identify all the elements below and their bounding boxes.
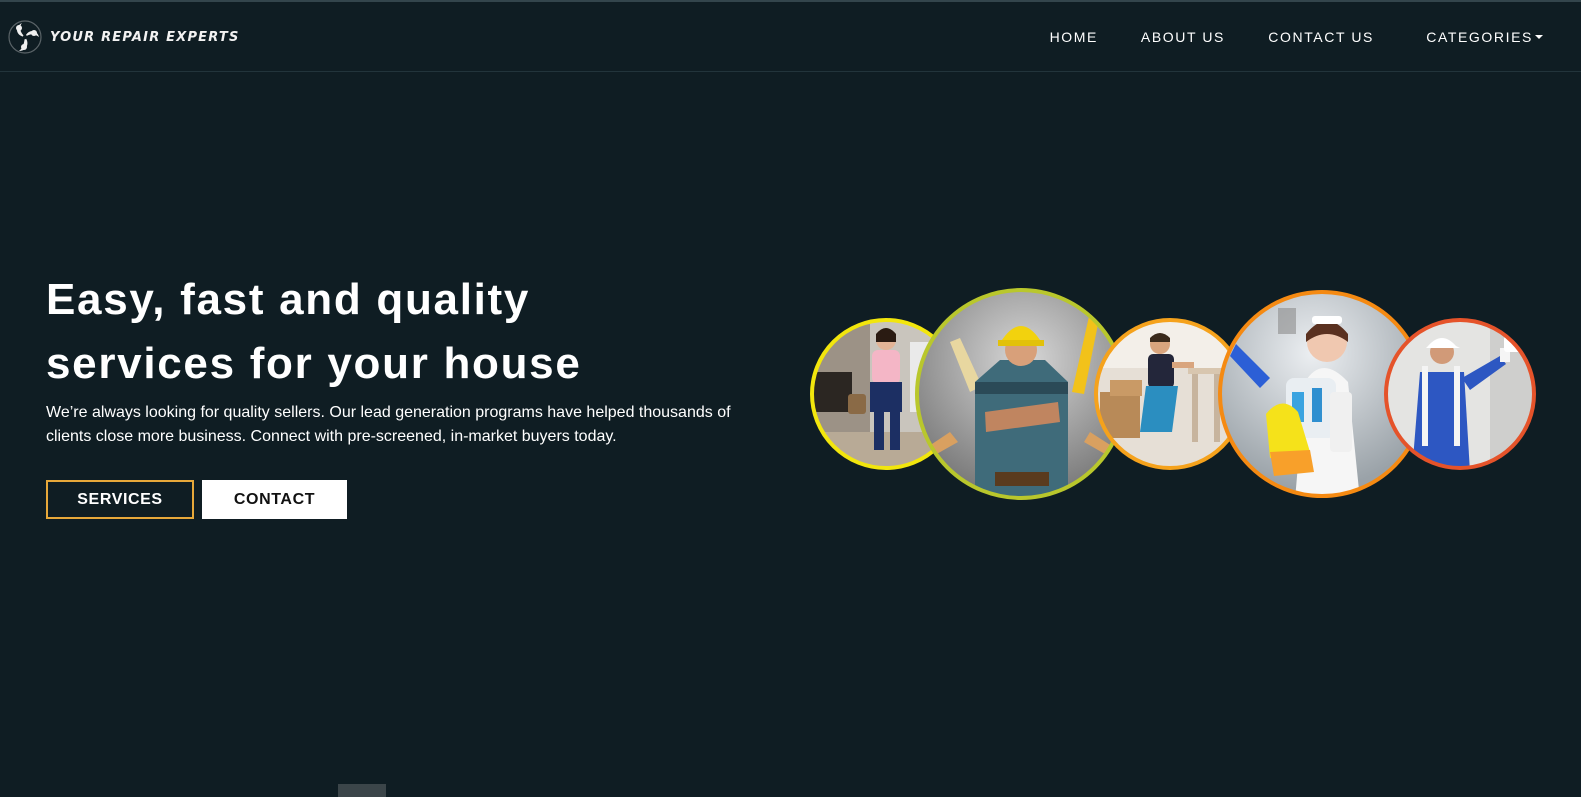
hero-title-line-1: Easy, fast and quality <box>46 275 531 324</box>
hero-description: We’re always looking for quality sellers… <box>46 404 731 445</box>
services-photo-collage <box>810 288 1536 500</box>
hero-title-line-2: services for your house <box>46 339 582 388</box>
caret-down-icon <box>1535 34 1543 39</box>
brand-link[interactable]: YOUR REPAIR EXPERTS <box>8 19 240 55</box>
brand-name: YOUR REPAIR EXPERTS <box>50 29 240 45</box>
nav-categories-label: CATEGORIES <box>1426 29 1533 45</box>
nav-contact-us[interactable]: CONTACT US <box>1268 29 1374 45</box>
nav-home[interactable]: HOME <box>1050 29 1098 45</box>
contact-button[interactable]: CONTACT <box>202 480 347 519</box>
services-button[interactable]: SERVICES <box>46 480 194 519</box>
hero-title: Easy, fast and quality services for your… <box>46 268 686 396</box>
horizontal-scrollbar-thumb[interactable] <box>338 784 386 797</box>
swirl-logo-icon <box>8 20 42 54</box>
navbar: YOUR REPAIR EXPERTS HOME ABOUT US CONTAC… <box>0 2 1581 72</box>
nav-categories-dropdown[interactable]: CATEGORIES <box>1426 29 1543 45</box>
nav-about-us[interactable]: ABOUT US <box>1141 29 1225 45</box>
